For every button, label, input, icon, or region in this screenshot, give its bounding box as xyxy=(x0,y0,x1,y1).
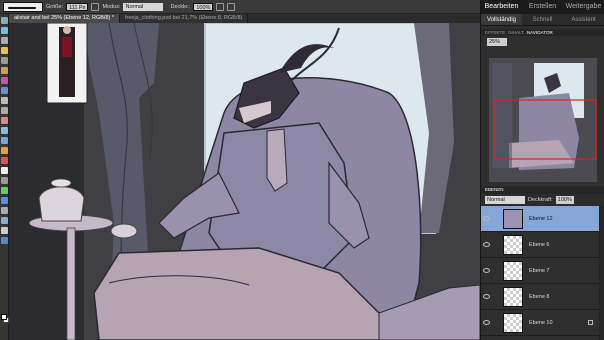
navigator-thumbnail xyxy=(489,58,597,182)
panel-sub-tabs: EFFEKTE INHALT NAVIGATOR xyxy=(481,29,604,36)
hand-tool-icon[interactable] xyxy=(1,37,8,44)
layer-name: Ebene 10 xyxy=(529,319,553,326)
layer-link-slot[interactable] xyxy=(491,232,499,258)
layer-name: Ebene 12 xyxy=(529,215,553,222)
visibility-eye-icon[interactable] xyxy=(481,206,491,232)
toolbox xyxy=(0,14,9,340)
tab-content[interactable]: INHALT xyxy=(508,29,524,36)
smart-brush-icon[interactable] xyxy=(1,177,8,184)
layers-list: Ebene 12 Ebene 6 Ebene 7 Ebene 8 Ebene 1… xyxy=(481,206,599,340)
panel-dock: Bearbeiten Erstellen Weitergabe Vollstän… xyxy=(480,0,604,340)
red-eye-tool-icon[interactable] xyxy=(1,117,8,124)
layer-row-ebene-8[interactable]: Ebene 8 xyxy=(481,284,599,310)
navigator-zoom-field[interactable]: 25% xyxy=(487,38,507,46)
brush-preset-picker[interactable] xyxy=(3,1,43,12)
marquee-tool-icon[interactable] xyxy=(1,57,8,64)
layer-thumbnail xyxy=(503,260,523,281)
layer-blend-mode-select[interactable]: Normal xyxy=(485,196,525,204)
spot-healing-icon[interactable] xyxy=(1,127,8,134)
shape-tool-icon[interactable] xyxy=(1,207,8,214)
opacity-label: Deckkr.: xyxy=(170,3,191,10)
document-tab-active[interactable]: alistair and bel 25% (Ebene 12, RGB/8) * xyxy=(9,14,120,23)
magic-wand-tool-icon[interactable] xyxy=(1,77,8,84)
layers-toolbar: Normal Deckkraft: 100% xyxy=(481,194,604,206)
tab-quick[interactable]: Schnell xyxy=(522,14,563,25)
brush-size-field[interactable]: 111 Px xyxy=(66,2,89,11)
clone-stamp-icon[interactable] xyxy=(1,137,8,144)
gradient-tool-icon[interactable] xyxy=(1,197,8,204)
layer-link-slot[interactable] xyxy=(491,310,499,336)
visibility-eye-icon[interactable] xyxy=(481,258,491,284)
brush-settings-icon[interactable] xyxy=(91,2,100,11)
zoom-tool-icon[interactable] xyxy=(1,27,8,34)
canvas[interactable] xyxy=(9,23,480,340)
visibility-eye-icon[interactable] xyxy=(481,232,491,258)
selection-brush-icon[interactable] xyxy=(1,87,8,94)
sponge-tool-icon[interactable] xyxy=(1,227,8,234)
brush-tool-icon[interactable] xyxy=(1,167,8,174)
layer-row-ebene-7[interactable]: Ebene 7 xyxy=(481,258,599,284)
opacity-field[interactable]: 100% xyxy=(193,2,214,11)
tab-full[interactable]: Vollständig xyxy=(481,14,522,25)
edit-mode-tabs: Vollständig Schnell Assistent xyxy=(481,14,604,26)
layer-link-slot[interactable] xyxy=(491,284,499,310)
layers-panel-title: EBENEN xyxy=(481,186,604,194)
tab-navigator[interactable]: NAVIGATOR xyxy=(527,29,553,36)
layer-opacity-label: Deckkraft: xyxy=(528,197,553,203)
tablet-pressure-icon[interactable] xyxy=(227,2,236,11)
tool-options-bar: Größe: 111 Px Modus: Normal Deckkr.: 100… xyxy=(0,0,480,14)
tab-edit[interactable]: Bearbeiten xyxy=(481,0,522,14)
blend-mode-select[interactable]: Normal xyxy=(123,2,164,11)
foreground-color-swatch[interactable] xyxy=(1,314,7,320)
visibility-eye-icon[interactable] xyxy=(481,284,491,310)
smudge-tool-icon[interactable] xyxy=(1,237,8,244)
tab-guided[interactable]: Assistent xyxy=(563,14,604,25)
crop-tool-icon[interactable] xyxy=(1,107,8,114)
size-label: Größe: xyxy=(46,3,64,10)
layer-thumbnail xyxy=(503,286,523,307)
blur-tool-icon[interactable] xyxy=(1,217,8,224)
document-tab[interactable]: freeja_clothing.psd bei 21,7% (Ebene 8, … xyxy=(119,14,249,23)
document-tabs: alistair and bel 25% (Ebene 12, RGB/8) *… xyxy=(9,14,480,23)
layer-name: Ebene 8 xyxy=(529,293,550,300)
paint-bucket-icon[interactable] xyxy=(1,187,8,194)
artwork xyxy=(9,23,480,340)
eyedropper-tool-icon[interactable] xyxy=(1,47,8,54)
layer-row-ebene-10[interactable]: Ebene 10 xyxy=(481,310,599,336)
layer-thumbnail xyxy=(503,234,523,255)
layer-link-slot[interactable] xyxy=(491,258,499,284)
navigator-preview[interactable] xyxy=(489,58,597,182)
tab-share[interactable]: Weitergabe xyxy=(563,0,604,14)
eraser-tool-icon[interactable] xyxy=(1,157,8,164)
type-tool-icon[interactable] xyxy=(1,97,8,104)
move-tool-icon[interactable] xyxy=(1,17,8,24)
layer-name: Ebene 7 xyxy=(529,267,550,274)
layer-link-slot[interactable] xyxy=(491,206,499,232)
visibility-eye-icon[interactable] xyxy=(481,310,491,336)
tab-effects[interactable]: EFFEKTE xyxy=(485,29,505,36)
workspace-tabs: Bearbeiten Erstellen Weitergabe xyxy=(481,0,604,14)
layer-name: Ebene 6 xyxy=(529,241,550,248)
layer-opacity-field[interactable]: 100% xyxy=(555,196,574,204)
layers-scrollbar[interactable] xyxy=(599,206,604,340)
layer-thumbnail xyxy=(503,312,523,333)
layer-row-ebene-12[interactable]: Ebene 12 xyxy=(481,206,599,232)
tab-create[interactable]: Erstellen xyxy=(522,0,563,14)
airbrush-icon[interactable] xyxy=(216,2,225,11)
mode-label: Modus: xyxy=(102,3,121,10)
pencil-tool-icon[interactable] xyxy=(1,147,8,154)
navigator-zoom-row: 25% xyxy=(481,36,604,48)
lasso-tool-icon[interactable] xyxy=(1,67,8,74)
layer-thumbnail xyxy=(503,208,523,229)
layer-row-ebene-6[interactable]: Ebene 6 xyxy=(481,232,599,258)
lock-icon[interactable] xyxy=(588,320,593,325)
